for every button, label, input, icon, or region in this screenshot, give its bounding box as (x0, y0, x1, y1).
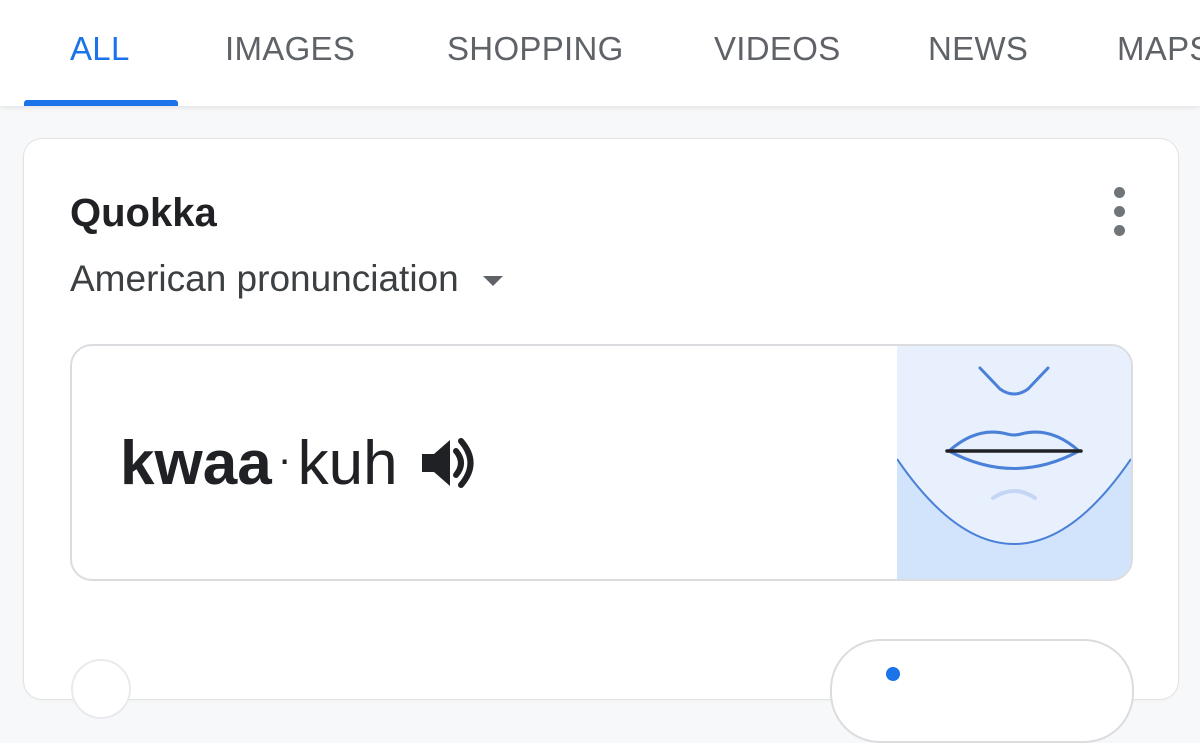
mouth-diagram (897, 346, 1131, 579)
unstressed-syllable: kuh (297, 428, 398, 498)
tab-news[interactable]: NEWS (928, 30, 1028, 74)
pronunciation-box: kwaa · kuh (70, 344, 1133, 581)
tab-shopping[interactable]: SHOPPING (447, 30, 624, 74)
more-vert-icon[interactable] (1107, 185, 1131, 237)
more-dot (1114, 225, 1125, 236)
pill-indicator (886, 667, 900, 681)
pronunciation-card: Quokka American pronunciation kwaa · kuh (24, 139, 1178, 743)
lower-left-control[interactable] (71, 659, 131, 719)
tab-maps[interactable]: MAPS (1117, 30, 1200, 74)
pronunciation-variant-dropdown[interactable]: American pronunciation (70, 255, 503, 303)
card-title: Quokka (70, 191, 217, 235)
syllable-separator: · (277, 435, 292, 482)
tab-images[interactable]: IMAGES (225, 30, 355, 74)
variant-label: American pronunciation (70, 258, 459, 299)
search-tabs-bar: ALL IMAGES SHOPPING VIDEOS NEWS MAPS (0, 0, 1200, 106)
phonetic-spelling: kwaa · kuh (120, 429, 476, 498)
active-tab-indicator (24, 100, 178, 106)
tab-all[interactable]: ALL (70, 30, 130, 74)
dropdown-caret-icon (482, 276, 503, 286)
more-dot (1114, 206, 1125, 217)
lower-right-control[interactable] (830, 639, 1134, 743)
tab-videos[interactable]: VIDEOS (714, 30, 841, 74)
stressed-syllable: kwaa (120, 428, 272, 498)
more-dot (1114, 187, 1125, 198)
speaker-icon[interactable] (420, 435, 476, 491)
